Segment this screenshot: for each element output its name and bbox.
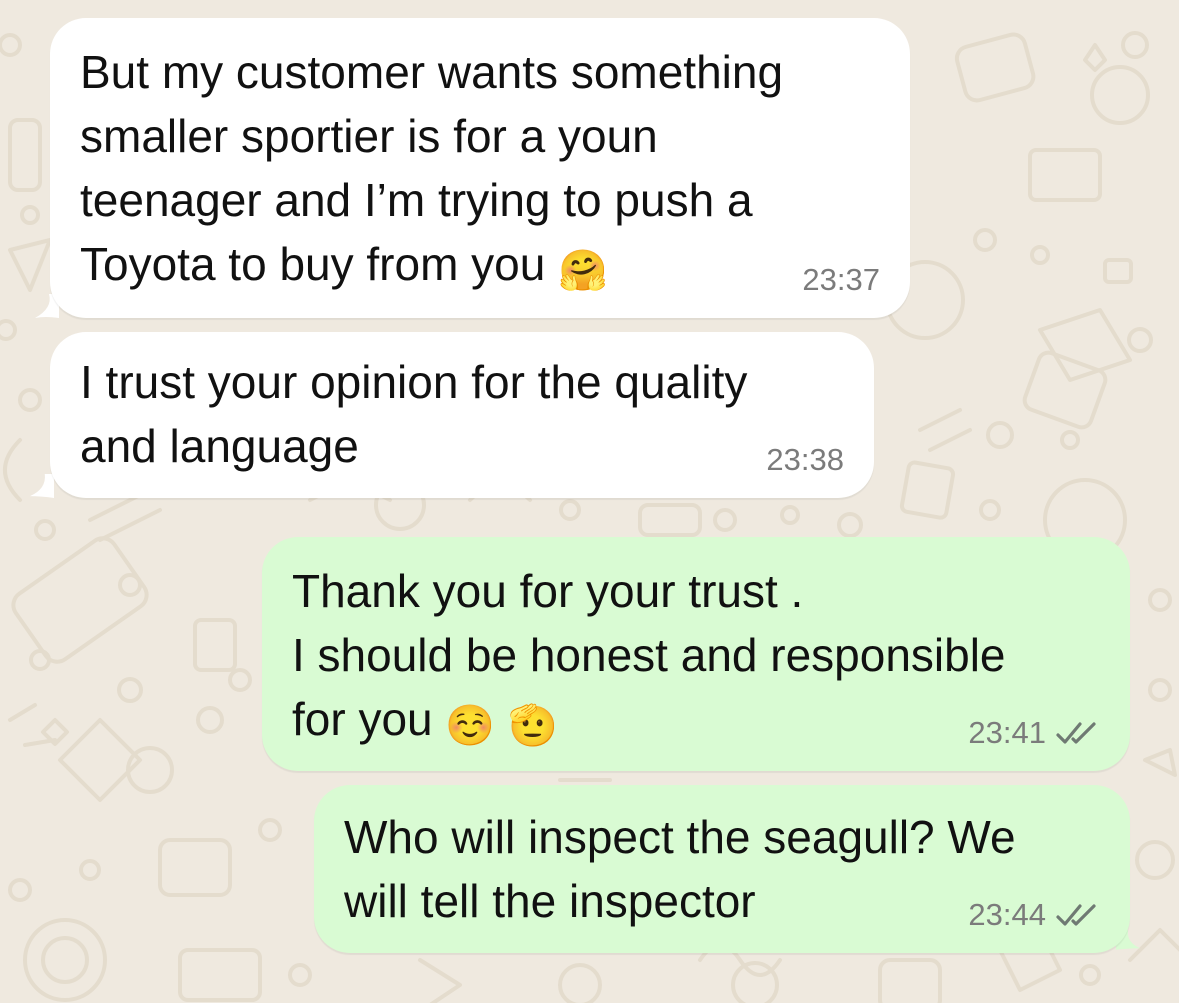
message-time: 23:44 (968, 897, 1046, 932)
hugging-face-emoji: 🤗 (558, 248, 608, 294)
message-bubble[interactable]: I trust your opinion for the quality and… (50, 332, 874, 498)
message-time: 23:38 (766, 442, 844, 477)
message-meta: 23:38 (766, 444, 844, 476)
message-meta: 23:44 (968, 899, 1100, 931)
double-check-icon (1056, 904, 1096, 926)
message-text: But my customer wants something smaller … (80, 46, 784, 290)
smiling-and-saluting-face-emoji: ☺️ 🫡 (445, 703, 558, 749)
message-time: 23:41 (968, 715, 1046, 750)
message-bubble[interactable]: But my customer wants something smaller … (50, 18, 910, 318)
incoming-bubble-tail (30, 474, 54, 498)
message-text: Thank you for your trust . I should be h… (292, 565, 1006, 745)
message-bubble[interactable]: Thank you for your trust . I should be h… (262, 537, 1130, 771)
message-bubble[interactable]: Who will inspect the seagull? We will te… (314, 785, 1130, 953)
message-meta: 23:41 (968, 717, 1100, 749)
message-meta: 23:37 (802, 264, 880, 296)
message-text: I trust your opinion for the quality and… (80, 356, 748, 472)
message-time: 23:37 (802, 262, 880, 297)
double-check-icon (1056, 722, 1096, 744)
